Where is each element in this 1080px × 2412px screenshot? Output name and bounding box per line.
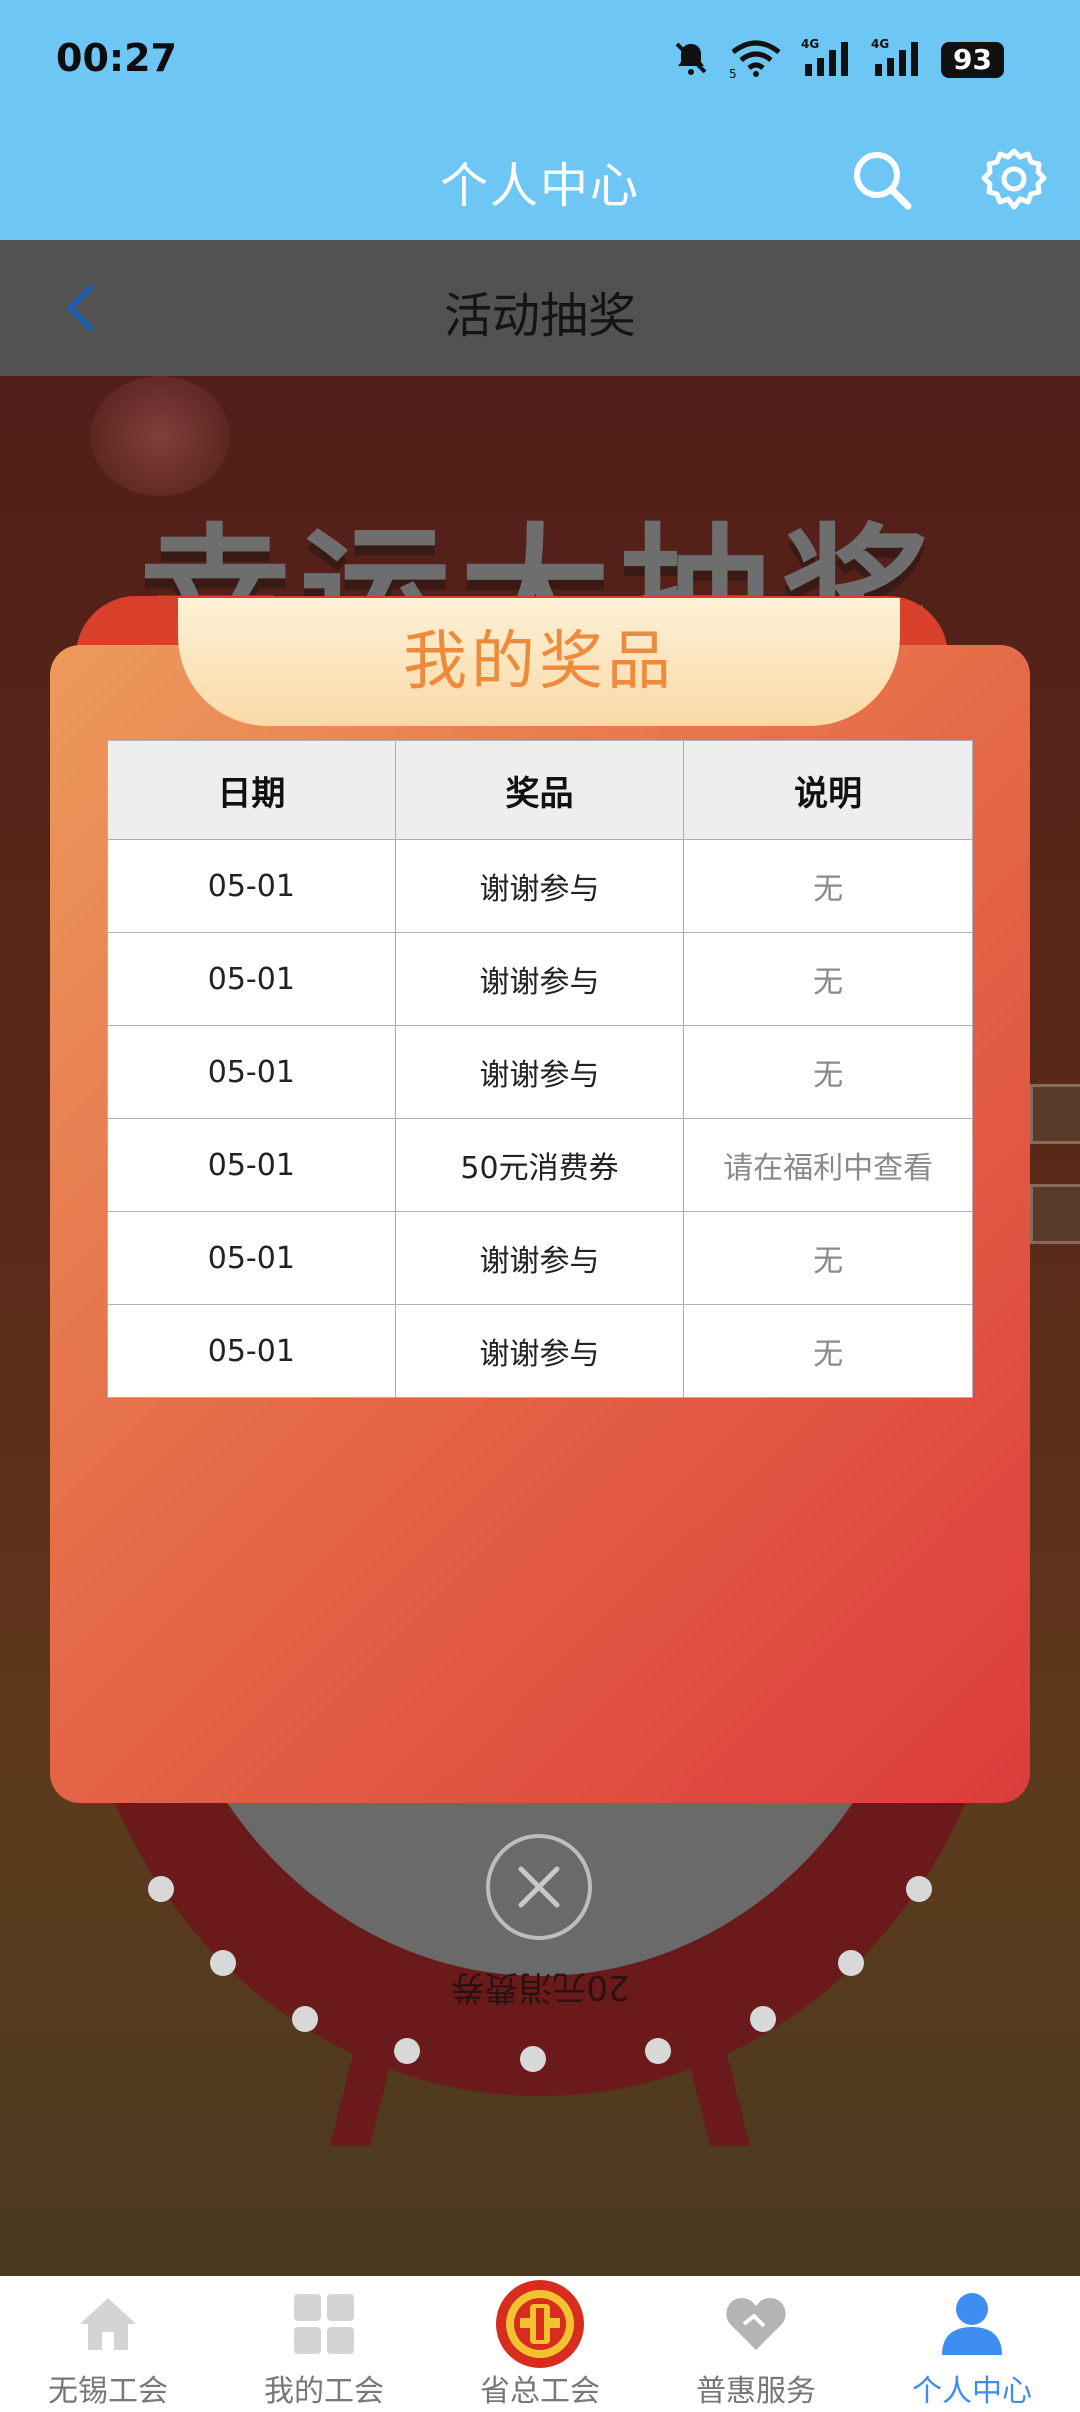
nav-item-personal-center[interactable]: 个人中心: [864, 2276, 1080, 2412]
cell-prize: 谢谢参与: [394, 1025, 685, 1119]
close-icon: [518, 1866, 560, 1908]
table-row: 05-01 50元消费券 请在福利中查看: [107, 1118, 973, 1212]
status-icons: 5 4G 4G 93: [671, 37, 1004, 82]
bottom-navigation: 无锡工会 我的工会 省总工会 普惠服务 个人中心: [0, 2276, 1080, 2412]
cell-description: 请在福利中查看: [683, 1118, 973, 1212]
cell-date: 05-01: [107, 1118, 396, 1212]
status-time: 00:27: [56, 36, 177, 80]
settings-button[interactable]: [978, 144, 1050, 216]
wheel-stand: [330, 2026, 750, 2146]
prizes-table: 日期 奖品 说明 05-01 谢谢参与 无 05-01 谢谢参与 无 05-01…: [107, 740, 973, 1398]
cell-prize: 谢谢参与: [394, 1304, 685, 1398]
table-row: 05-01 谢谢参与 无: [107, 1211, 973, 1305]
nav-item-provincial-union[interactable]: 省总工会: [432, 2276, 648, 2412]
home-icon: [0, 2288, 216, 2360]
battery-indicator: 93: [941, 42, 1004, 78]
nav-label: 无锡工会: [48, 2374, 168, 2409]
cell-prize: 谢谢参与: [394, 1211, 685, 1305]
side-tab-2[interactable]: [1030, 1184, 1080, 1244]
table-row: 05-01 谢谢参与 无: [107, 1304, 973, 1398]
network-label-2: 4G: [871, 38, 889, 51]
cell-prize: 谢谢参与: [394, 932, 685, 1026]
modal-title: 我的奖品: [403, 625, 675, 699]
cell-date: 05-01: [107, 1304, 396, 1398]
cell-description: 无: [683, 932, 973, 1026]
app-title: 个人中心: [439, 158, 640, 214]
grid-icon: [216, 2288, 432, 2360]
app-header: 个人中心: [0, 120, 1080, 240]
cell-description: 无: [683, 1025, 973, 1119]
cell-prize: 谢谢参与: [394, 839, 685, 933]
column-header-description: 说明: [683, 740, 973, 840]
search-button[interactable]: [846, 144, 918, 216]
table-row: 05-01 谢谢参与 无: [107, 932, 973, 1026]
status-bar: 00:27 5 4G 4G 93: [0, 0, 1080, 120]
nav-label: 我的工会: [264, 2374, 384, 2409]
column-header-prize: 奖品: [394, 740, 685, 840]
cell-description: 无: [683, 1211, 973, 1305]
table-row: 05-01 谢谢参与 无: [107, 839, 973, 933]
page-title-bar: 活动抽奖: [0, 240, 1080, 376]
wifi-icon: 5: [729, 38, 783, 82]
heart-icon: [648, 2288, 864, 2360]
nav-label: 个人中心: [912, 2374, 1032, 2409]
nav-item-wuxi-union[interactable]: 无锡工会: [0, 2276, 216, 2412]
modal-ribbon: 我的奖品: [178, 598, 900, 726]
nav-item-benefit-services[interactable]: 普惠服务: [648, 2276, 864, 2412]
table-header-row: 日期 奖品 说明: [107, 740, 973, 840]
settings-icon: [981, 148, 1047, 210]
cell-prize: 50元消费券: [394, 1118, 685, 1212]
cell-description: 无: [683, 839, 973, 933]
side-tab-1[interactable]: [1030, 1084, 1080, 1144]
search-icon: [854, 152, 912, 210]
person-icon: [864, 2288, 1080, 2360]
table-row: 05-01 谢谢参与 无: [107, 1025, 973, 1119]
cell-date: 05-01: [107, 1211, 396, 1305]
mute-icon: [671, 38, 711, 82]
network-label-1: 4G: [801, 38, 819, 51]
nav-item-my-union[interactable]: 我的工会: [216, 2276, 432, 2412]
cell-date: 05-01: [107, 839, 396, 933]
page-title: 活动抽奖: [443, 288, 636, 344]
cell-date: 05-01: [107, 1025, 396, 1119]
signal-icon-1: 4G: [801, 37, 853, 82]
wheel-prize-label: 20元消费券: [450, 1967, 630, 2007]
wheel-light: [906, 1876, 932, 1902]
union-logo-icon: [432, 2278, 648, 2370]
close-modal-button[interactable]: [486, 1834, 592, 1940]
nav-label: 普惠服务: [696, 2374, 816, 2409]
cell-date: 05-01: [107, 932, 396, 1026]
column-header-date: 日期: [107, 740, 396, 840]
cell-description: 无: [683, 1304, 973, 1398]
nav-label: 省总工会: [480, 2374, 600, 2409]
svg-text:5: 5: [729, 67, 737, 78]
signal-icon-2: 4G: [871, 37, 923, 82]
wheel-light: [148, 1876, 174, 1902]
